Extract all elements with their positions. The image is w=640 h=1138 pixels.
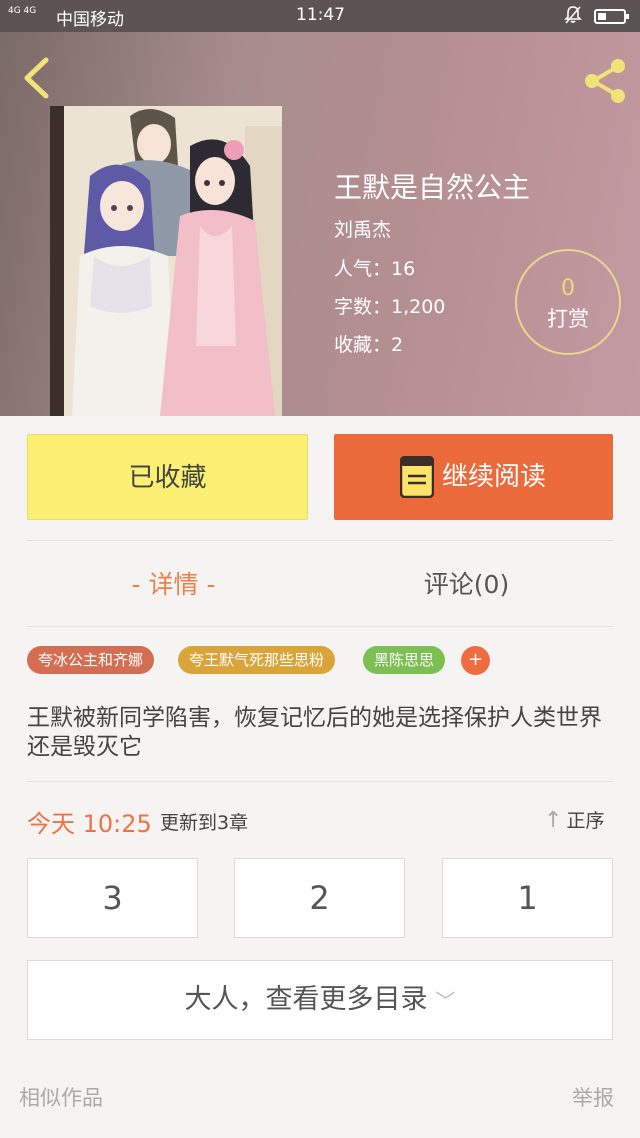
- back-arrow-icon: [24, 57, 49, 99]
- book-author[interactable]: 刘禹杰: [334, 215, 391, 242]
- share-button[interactable]: [580, 56, 630, 106]
- book-header: 王默是自然公主 刘禹杰 人气：16 字数：1,200 收藏：2 0 打赏: [0, 32, 640, 416]
- report-link[interactable]: 举报: [572, 1082, 614, 1112]
- signal-icon: 4G 4G: [8, 6, 37, 16]
- chapter-button[interactable]: 3: [27, 858, 198, 938]
- divider: [27, 626, 613, 627]
- book-title: 王默是自然公主: [334, 171, 531, 204]
- chapter-button[interactable]: 2: [234, 858, 405, 938]
- book-summary: 王默被新同学陷害，恢复记忆后的她是选择保护人类世界还是毁灭它: [27, 705, 602, 760]
- more-catalog-label: 大人，查看更多目录: [184, 984, 428, 1015]
- book-cover[interactable]: [50, 106, 282, 416]
- tip-button[interactable]: 0 打赏: [515, 249, 621, 355]
- sort-arrow-icon: ↑: [544, 808, 563, 833]
- tab-detail[interactable]: - 详情 -: [27, 545, 320, 625]
- favorites-stat: 收藏：2: [334, 334, 404, 356]
- share-icon: [585, 59, 625, 103]
- book-icon: [400, 456, 434, 498]
- tag-item[interactable]: 夸王默气死那些思粉: [178, 646, 336, 674]
- chevron-down-icon: ﹀: [435, 989, 456, 1013]
- divider: [27, 540, 613, 541]
- bell-off-icon: [563, 5, 583, 30]
- sort-order-button[interactable]: ↑ 正序: [544, 806, 604, 833]
- battery-icon: [594, 9, 629, 24]
- status-time: 11:47: [296, 5, 345, 25]
- tag-item[interactable]: 夸冰公主和齐娜: [27, 646, 155, 674]
- more-catalog-button[interactable]: 大人，查看更多目录 ﹀: [27, 960, 613, 1040]
- word-count-stat: 字数：1,200: [334, 296, 446, 318]
- continue-reading-label: 继续阅读: [442, 462, 547, 492]
- back-button[interactable]: [18, 54, 54, 102]
- tip-count: 0: [561, 276, 575, 301]
- popularity-stat: 人气：16: [334, 258, 416, 280]
- similar-works-heading: 相似作品: [19, 1086, 103, 1110]
- collected-button[interactable]: 已收藏: [27, 434, 308, 520]
- sort-order-label: 正序: [566, 810, 605, 832]
- cover-illustration: [50, 106, 282, 416]
- carrier-name: 中国移动: [56, 10, 124, 30]
- divider: [27, 781, 613, 782]
- chapter-button[interactable]: 1: [442, 858, 613, 938]
- update-text: 更新到3章: [160, 812, 249, 834]
- tip-label: 打赏: [547, 307, 589, 331]
- continue-reading-button[interactable]: 继续阅读: [334, 434, 613, 520]
- status-bar: 4G 4G 中国移动 11:47: [0, 0, 640, 32]
- add-tag-button[interactable]: +: [461, 646, 490, 675]
- update-time: 今天 10:25: [27, 810, 152, 838]
- tag-item[interactable]: 黑陈思思: [363, 646, 446, 674]
- tab-comments[interactable]: 评论(0): [320, 545, 613, 625]
